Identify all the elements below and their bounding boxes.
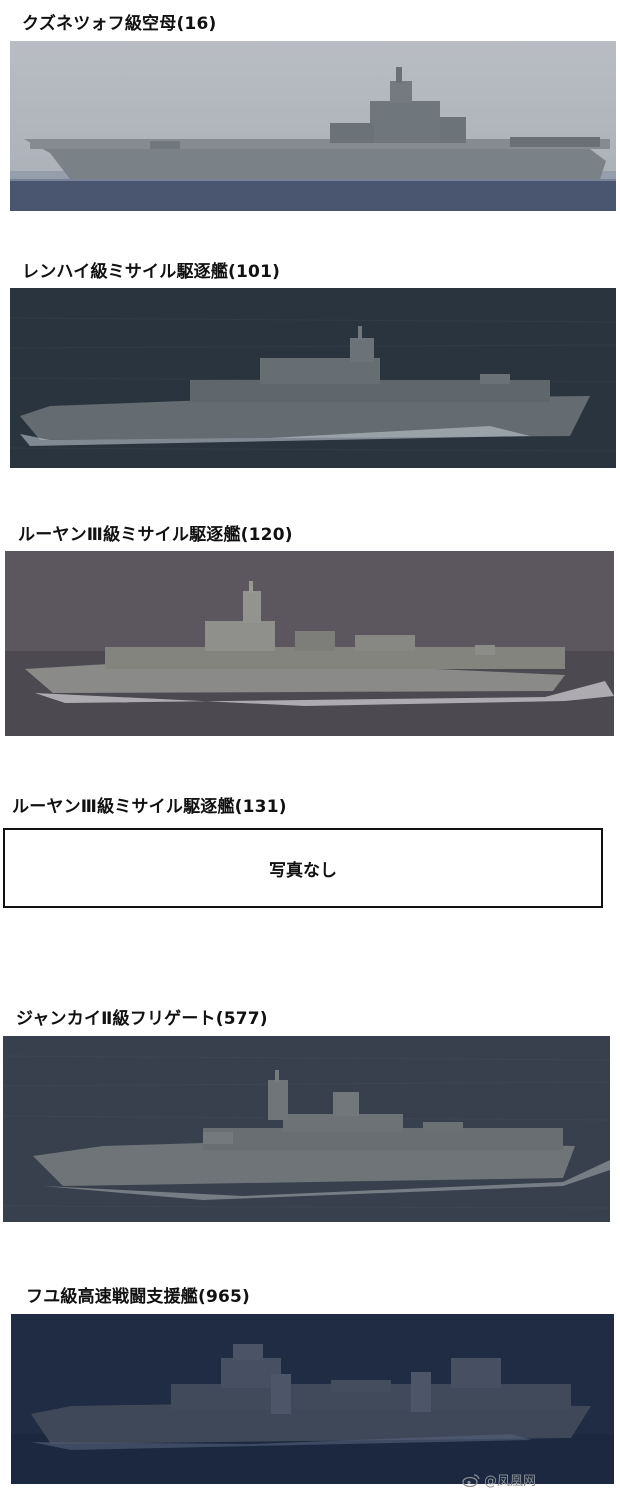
photo-destroyer-120 [5,551,614,736]
watermark-text: @凤凰网 [484,1474,537,1489]
caption-aircraft-carrier-16: クズネツォフ級空母(16) [22,14,217,34]
caption-frigate-577: ジャンカイⅡ級フリゲート(577) [16,1009,268,1029]
photo-support-ship-965 [11,1314,614,1484]
no-photo-box: 写真なし [3,828,603,908]
photo-aircraft-carrier [10,41,616,211]
caption-destroyer-120: ルーヤンⅢ級ミサイル駆逐艦(120) [18,525,293,545]
photo-destroyer-101 [10,288,616,468]
weibo-icon [462,1473,480,1487]
caption-support-ship-965: フユ級高速戦闘支援艦(965) [26,1287,251,1307]
caption-destroyer-101: レンハイ級ミサイル駆逐艦(101) [22,262,281,282]
watermark: @凤凰网 [462,1470,536,1489]
photo-frigate-577 [3,1036,610,1222]
no-photo-label: 写真なし [269,860,337,881]
caption-destroyer-131: ルーヤンⅢ級ミサイル駆逐艦(131) [12,797,287,817]
